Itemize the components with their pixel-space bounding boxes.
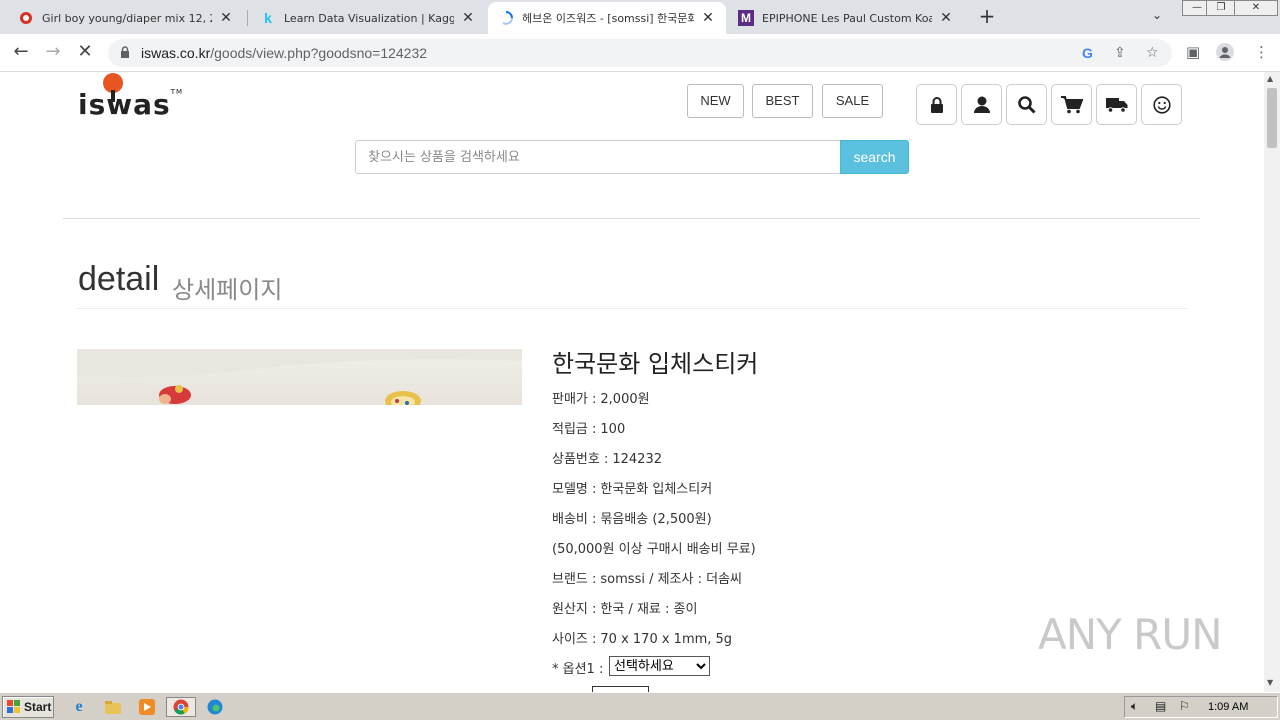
- site-logo[interactable]: iswasTM: [78, 73, 184, 121]
- clock: 1:09 AM: [1208, 701, 1249, 713]
- product-photo: [77, 349, 522, 405]
- network-icon[interactable]: ▤: [1155, 699, 1166, 713]
- loading-spinner-icon: [498, 10, 514, 26]
- info-size: 사이즈 :70 x 170 x 1mm, 5g: [552, 632, 733, 647]
- taskbar: Start e 🔈︎ ▤ ⚐ 1:09 AM: [0, 692, 1280, 720]
- media-player-icon[interactable]: [136, 697, 158, 717]
- search-button[interactable]: search: [840, 140, 909, 174]
- kaggle-k-icon: k: [264, 10, 272, 26]
- share-icon[interactable]: ⇪: [1114, 45, 1126, 61]
- folder-icon[interactable]: [102, 697, 124, 717]
- vertical-scrollbar[interactable]: ▲ ▼: [1264, 72, 1280, 692]
- search-input[interactable]: [355, 140, 841, 174]
- logo-tree-icon: [103, 73, 123, 102]
- tab-title: Girl boy young/diaper mix 12, 20200: [42, 11, 212, 25]
- info-free-shipping: (50,000원 이상 구매시 배송비 무료): [552, 542, 756, 557]
- tab-0[interactable]: Girl boy young/diaper mix 12, 20200 ✕: [8, 2, 244, 34]
- tab-title: 헤브온 이즈워즈 - [somssi] 한국문화: [522, 12, 694, 25]
- nav-sale-button[interactable]: SALE: [822, 84, 883, 118]
- page-subtitle: 상세페이지: [172, 276, 283, 304]
- web-page: iswasTM NEW BEST SALE search detail 상세페이…: [0, 72, 1264, 692]
- customer-service-button[interactable]: [1141, 84, 1182, 125]
- lock-icon: [930, 96, 943, 113]
- option-label: * 옵션1 :: [552, 662, 604, 677]
- user-icon: [973, 96, 990, 113]
- nav-best-button[interactable]: BEST: [752, 84, 813, 118]
- delivery-button[interactable]: [1096, 84, 1137, 125]
- scroll-down-icon[interactable]: ▼: [1267, 678, 1273, 687]
- info-points: 적립금 :100: [552, 422, 626, 437]
- cart-icon: [1060, 95, 1083, 113]
- header-divider: [63, 218, 1200, 219]
- tab-strip: Girl boy young/diaper mix 12, 20200 ✕ k …: [0, 0, 1280, 34]
- scroll-up-icon[interactable]: ▲: [1267, 74, 1273, 83]
- truck-icon: [1105, 97, 1127, 113]
- ie-icon[interactable]: e: [68, 697, 90, 717]
- close-icon[interactable]: ✕: [700, 10, 716, 26]
- nav-new-button[interactable]: NEW: [687, 84, 744, 118]
- tab-3[interactable]: M EPIPHONE Les Paul Custom Koa Koa ✕: [728, 2, 964, 34]
- title-divider: [77, 308, 1187, 309]
- lock-icon: [121, 46, 129, 58]
- info-model: 모델명 : 한국문화 입체스티커: [552, 482, 713, 497]
- scroll-thumb[interactable]: [1267, 88, 1277, 148]
- browser-toolbar: ← → ✕ iswas.co.kr/goods/view.php?goodsno…: [0, 34, 1280, 72]
- close-window-button[interactable]: ✕: [1234, 0, 1278, 16]
- mypage-button[interactable]: [961, 84, 1002, 125]
- m-logo-icon: M: [738, 10, 754, 26]
- close-icon[interactable]: ✕: [218, 10, 234, 26]
- opera-red-icon: [18, 10, 34, 26]
- product-name: 한국문화 입체스티커: [552, 350, 759, 378]
- login-button[interactable]: [916, 84, 957, 125]
- close-icon[interactable]: ✕: [460, 10, 476, 26]
- flag-icon[interactable]: ⚐: [1179, 699, 1190, 713]
- sidepanel-icon[interactable]: ▣: [1186, 43, 1200, 61]
- tab-title: Learn Data Visualization | Kaggle: [284, 11, 454, 25]
- chrome-icon[interactable]: [166, 697, 196, 717]
- address-bar[interactable]: iswas.co.kr/goods/view.php?goodsno=12423…: [108, 39, 1172, 67]
- info-price: 판매가 :2,000원: [552, 392, 650, 407]
- product-image[interactable]: [77, 349, 522, 405]
- tab-1[interactable]: k Learn Data Visualization | Kaggle ✕: [250, 2, 486, 34]
- volume-icon[interactable]: 🔈︎: [1131, 699, 1138, 714]
- info-brand: 브랜드 : somssi / 제조사 : 더솜씨: [552, 572, 743, 587]
- chevron-down-icon[interactable]: ⌄: [1152, 8, 1162, 22]
- info-origin: 원산지 : 한국 / 재료 : 종이: [552, 602, 698, 617]
- info-shipping: 배송비 : 묶음배송 (2,500원): [552, 512, 712, 527]
- logo-trademark: TM: [170, 88, 184, 96]
- profile-icon[interactable]: [1216, 43, 1234, 65]
- edge-icon[interactable]: [204, 697, 226, 717]
- url-text: iswas.co.kr/goods/view.php?goodsno=12423…: [141, 45, 428, 61]
- search-toggle-button[interactable]: [1006, 84, 1047, 125]
- google-icon[interactable]: G: [1082, 45, 1093, 61]
- star-icon[interactable]: ☆: [1146, 45, 1159, 61]
- option-select[interactable]: 선택하세요: [609, 656, 710, 676]
- tab-2-active[interactable]: 헤브온 이즈워즈 - [somssi] 한국문화 ✕: [488, 2, 726, 34]
- menu-icon[interactable]: ⋮: [1254, 43, 1269, 61]
- forward-arrow-icon[interactable]: →: [42, 42, 64, 64]
- anyrun-watermark: ANY RUN: [1038, 610, 1222, 659]
- new-tab-button[interactable]: +: [976, 6, 998, 28]
- windows-logo-icon: [7, 700, 20, 713]
- close-icon[interactable]: ✕: [938, 10, 954, 26]
- cart-button[interactable]: [1051, 84, 1092, 125]
- restore-button[interactable]: ❐: [1206, 0, 1236, 16]
- stop-loading-icon[interactable]: ✕: [74, 42, 96, 64]
- info-product-number: 상품번호 :124232: [552, 452, 662, 467]
- search-icon: [1017, 95, 1036, 114]
- tab-title: EPIPHONE Les Paul Custom Koa Koa: [762, 11, 932, 25]
- page-title: detail: [78, 260, 160, 298]
- system-tray: 🔈︎ ▤ ⚐: [1124, 696, 1278, 718]
- back-arrow-icon[interactable]: ←: [10, 42, 32, 64]
- start-button[interactable]: Start: [2, 696, 54, 718]
- smile-icon: [1152, 95, 1171, 114]
